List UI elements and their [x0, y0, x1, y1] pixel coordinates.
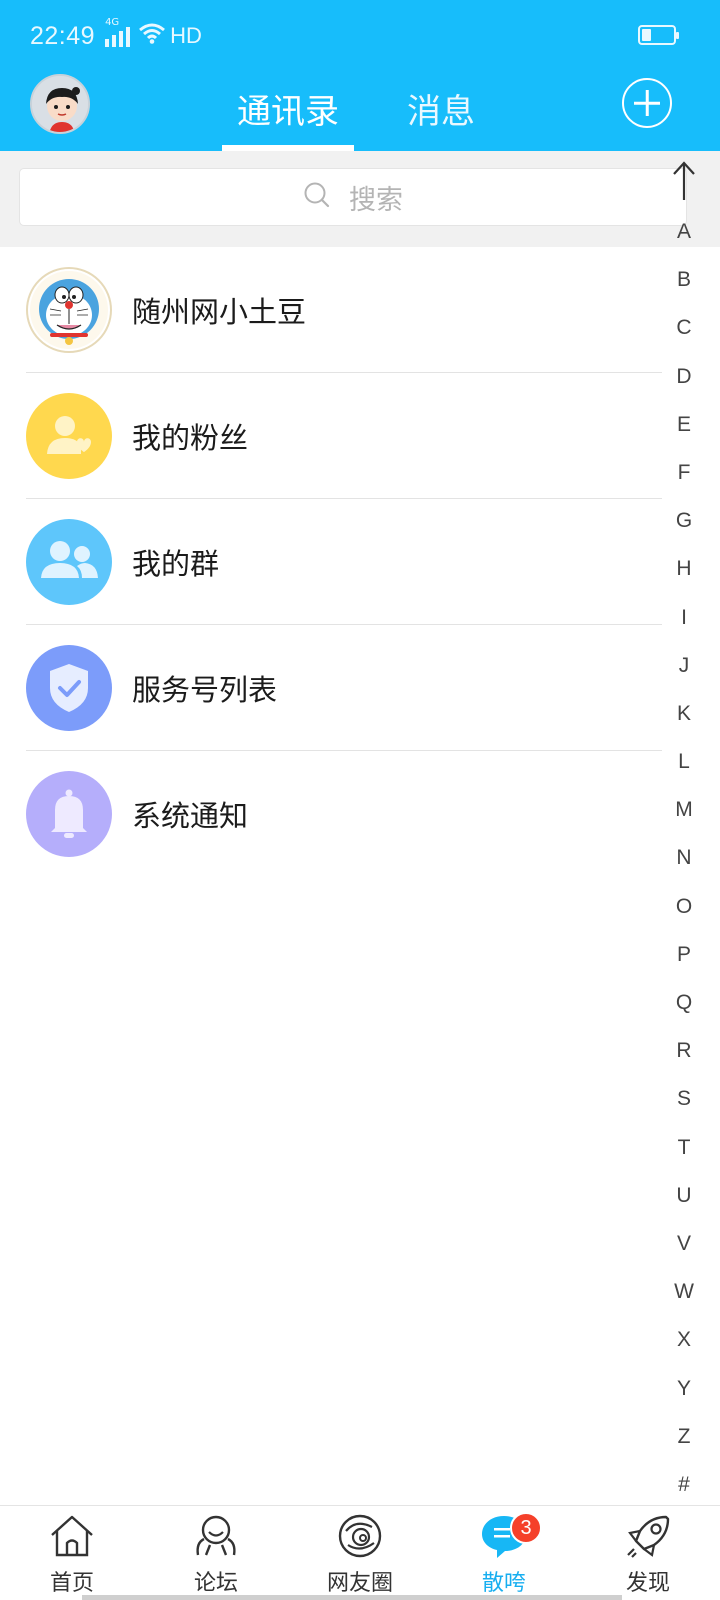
wifi-icon: [138, 22, 166, 50]
index-letter[interactable]: B: [664, 256, 704, 304]
user-avatar[interactable]: [30, 74, 90, 134]
tab-contacts[interactable]: 通讯录: [222, 78, 354, 151]
list-item-label: 我的粉丝: [132, 421, 249, 455]
index-letter[interactable]: U: [664, 1172, 704, 1220]
list-item-label: 服务号列表: [132, 673, 278, 707]
index-letter[interactable]: H: [664, 545, 704, 593]
index-letter[interactable]: W: [664, 1268, 704, 1316]
index-letter[interactable]: V: [664, 1220, 704, 1268]
index-letter[interactable]: D: [664, 353, 704, 401]
list-item-label: 随州网小土豆: [132, 295, 307, 329]
network-type: 4G: [105, 17, 120, 28]
plus-circle-icon[interactable]: [622, 78, 672, 128]
index-letter[interactable]: F: [664, 449, 704, 497]
index-letter[interactable]: #: [664, 1461, 704, 1509]
nav-chat[interactable]: 散咵 3: [432, 1506, 576, 1600]
index-letter[interactable]: I: [664, 594, 704, 642]
nav-forum[interactable]: 论坛: [144, 1506, 288, 1600]
index-letter[interactable]: C: [664, 304, 704, 352]
unread-badge: 3: [510, 1512, 542, 1544]
contact-list: 随州网小土豆 我的粉丝 我的群 服务号列表 系统通知: [0, 247, 670, 877]
list-item-groups[interactable]: 我的群: [0, 499, 670, 625]
index-letter[interactable]: T: [664, 1124, 704, 1172]
index-letter[interactable]: K: [664, 690, 704, 738]
arrow-up-icon[interactable]: [664, 160, 704, 208]
doraemon-avatar: [26, 267, 112, 353]
search-input[interactable]: 搜索: [19, 168, 687, 226]
battery-icon: [638, 25, 679, 45]
index-letter[interactable]: S: [664, 1075, 704, 1123]
group-icon: [26, 519, 112, 605]
index-letters: A B C D E F G H I J K L M N O P Q R S T U V W X Y Z #: [664, 208, 704, 1509]
nav-label: 散咵: [481, 1571, 526, 1596]
index-letter[interactable]: Q: [664, 979, 704, 1027]
shield-check-icon: [26, 645, 112, 731]
index-letter[interactable]: A: [664, 208, 704, 256]
index-letter[interactable]: P: [664, 931, 704, 979]
list-item-service-accounts[interactable]: 服务号列表: [0, 625, 670, 751]
index-letter[interactable]: E: [664, 401, 704, 449]
list-item-label: 系统通知: [132, 799, 249, 833]
index-letter[interactable]: L: [664, 738, 704, 786]
forum-icon: [192, 1506, 240, 1563]
bell-icon: [26, 771, 112, 857]
search-placeholder: 搜索: [349, 184, 403, 216]
top-bar: 22:49 4G HD 通讯录 消息: [0, 0, 720, 151]
fans-icon: [26, 393, 112, 479]
index-letter[interactable]: Y: [664, 1365, 704, 1413]
index-letter[interactable]: N: [664, 834, 704, 882]
header-tabs: 通讯录 消息: [222, 78, 490, 151]
nav-label: 发现: [625, 1571, 670, 1596]
list-item-label: 我的群: [132, 547, 220, 581]
search-icon: [303, 181, 331, 213]
nav-label: 论坛: [193, 1571, 238, 1596]
index-letter[interactable]: Z: [664, 1413, 704, 1461]
planet-icon: [336, 1506, 384, 1563]
rocket-icon: [624, 1506, 672, 1563]
index-letter[interactable]: R: [664, 1027, 704, 1075]
index-letter[interactable]: M: [664, 786, 704, 834]
bottom-nav: 首页 论坛 网友圈 散咵 3 发现: [0, 1505, 720, 1600]
status-bar: 22:49 4G HD: [30, 17, 202, 54]
tab-messages[interactable]: 消息: [392, 78, 490, 151]
nav-home[interactable]: 首页: [0, 1506, 144, 1600]
nav-discover[interactable]: 发现: [576, 1506, 720, 1600]
home-indicator: [82, 1595, 622, 1600]
search-area: 搜索: [0, 151, 720, 247]
alphabet-index[interactable]: A B C D E F G H I J K L M N O P Q R S T U V W X Y Z #: [664, 160, 704, 1509]
list-item-fans[interactable]: 我的粉丝: [0, 373, 670, 499]
index-letter[interactable]: J: [664, 642, 704, 690]
index-letter[interactable]: O: [664, 883, 704, 931]
index-letter[interactable]: X: [664, 1316, 704, 1364]
signal-icon: 4G: [105, 17, 131, 47]
list-item-friend[interactable]: 随州网小土豆: [0, 247, 670, 373]
status-time: 22:49: [30, 21, 96, 50]
nav-friends-circle[interactable]: 网友圈: [288, 1506, 432, 1600]
list-item-system-notice[interactable]: 系统通知: [0, 751, 670, 877]
hd-indicator: HD: [170, 23, 202, 48]
nav-label: 网友圈: [326, 1571, 393, 1596]
home-icon: [48, 1506, 96, 1563]
nav-label: 首页: [49, 1571, 94, 1596]
index-letter[interactable]: G: [664, 497, 704, 545]
